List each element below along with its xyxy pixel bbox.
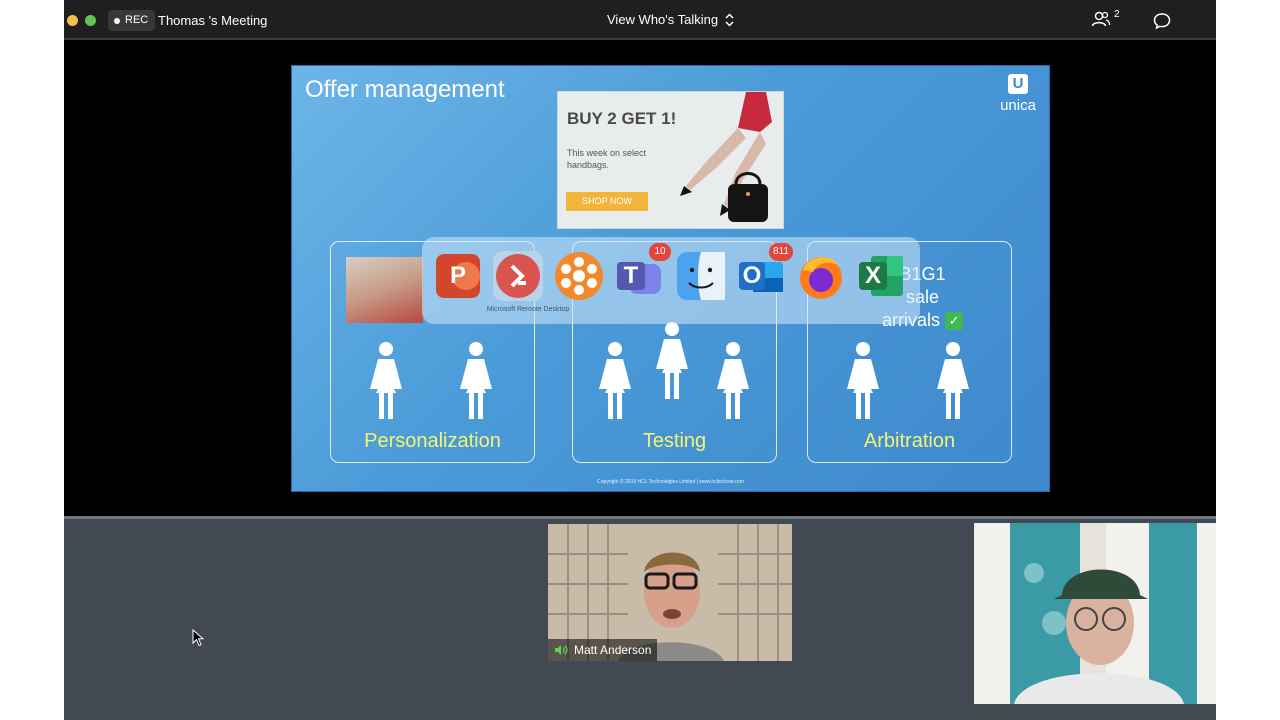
title-bar: REC Thomas 's Meeting View Who's Talking… [64,0,1216,40]
outlook-glyph: O [742,262,762,289]
participants-button[interactable]: 2 [1091,9,1120,28]
up-down-chevron-icon [725,12,734,27]
teams-app-icon[interactable]: T 10 [613,243,671,302]
excel-app-icon[interactable]: X [855,250,907,302]
macos-dock: P T 10 O 811 X Microsoft Remote Desktop [422,237,920,324]
left-margin [0,0,64,720]
participant-gallery: Matt Anderson [64,516,1216,720]
zoom-window: REC Thomas 's Meeting View Who's Talking… [64,0,1216,720]
presentation-slide: Offer management U unica BUY 2 GET 1! Th… [291,65,1050,492]
outlook-app-icon[interactable]: O 811 [735,243,793,302]
firefox-app-icon[interactable] [795,250,847,302]
teams-glyph: T [623,262,639,289]
right-margin [1216,0,1280,720]
finder-app-icon[interactable] [675,250,727,302]
minimize-window-button[interactable] [67,15,78,26]
powerpoint-app-icon[interactable]: P [432,250,484,302]
recording-label: REC [125,14,149,26]
self-video-feed [974,523,1216,704]
fullscreen-window-button[interactable] [85,15,96,26]
outlook-notification-badge: 811 [769,243,793,261]
speaker-name-tag: Matt Anderson [548,639,658,661]
chat-bubble-icon [1153,13,1171,30]
excel-glyph: X [864,262,881,289]
checkmark-icon: ✓ [945,312,964,331]
mouse-pointer-icon [192,629,204,647]
view-mode-switch[interactable]: View Who's Talking [607,12,734,27]
view-mode-label: View Who's Talking [607,12,719,27]
remote-desktop-app-icon[interactable] [492,250,544,302]
teams-notification-badge: 10 [649,243,671,261]
chat-button[interactable] [1153,12,1171,35]
self-video-tile[interactable] [974,523,1216,704]
participants-icon [1091,11,1111,27]
dock-tooltip: Microsoft Remote Desktop [486,306,570,313]
speaker-audio-icon [555,645,568,655]
record-dot-icon [114,17,120,24]
asterisk-app-icon[interactable] [553,250,605,302]
speaker-name: Matt Anderson [574,643,652,657]
speaker-video-tile[interactable]: Matt Anderson [548,524,792,661]
slide-footer: Copyright © 2019 HCL Technologies Limite… [597,479,744,485]
shared-screen-area: Offer management U unica BUY 2 GET 1! Th… [64,42,1216,516]
participant-count: 2 [1114,9,1120,20]
recording-indicator[interactable]: REC [108,10,156,31]
meeting-title: Thomas 's Meeting [158,13,268,28]
powerpoint-glyph: P [449,262,466,289]
